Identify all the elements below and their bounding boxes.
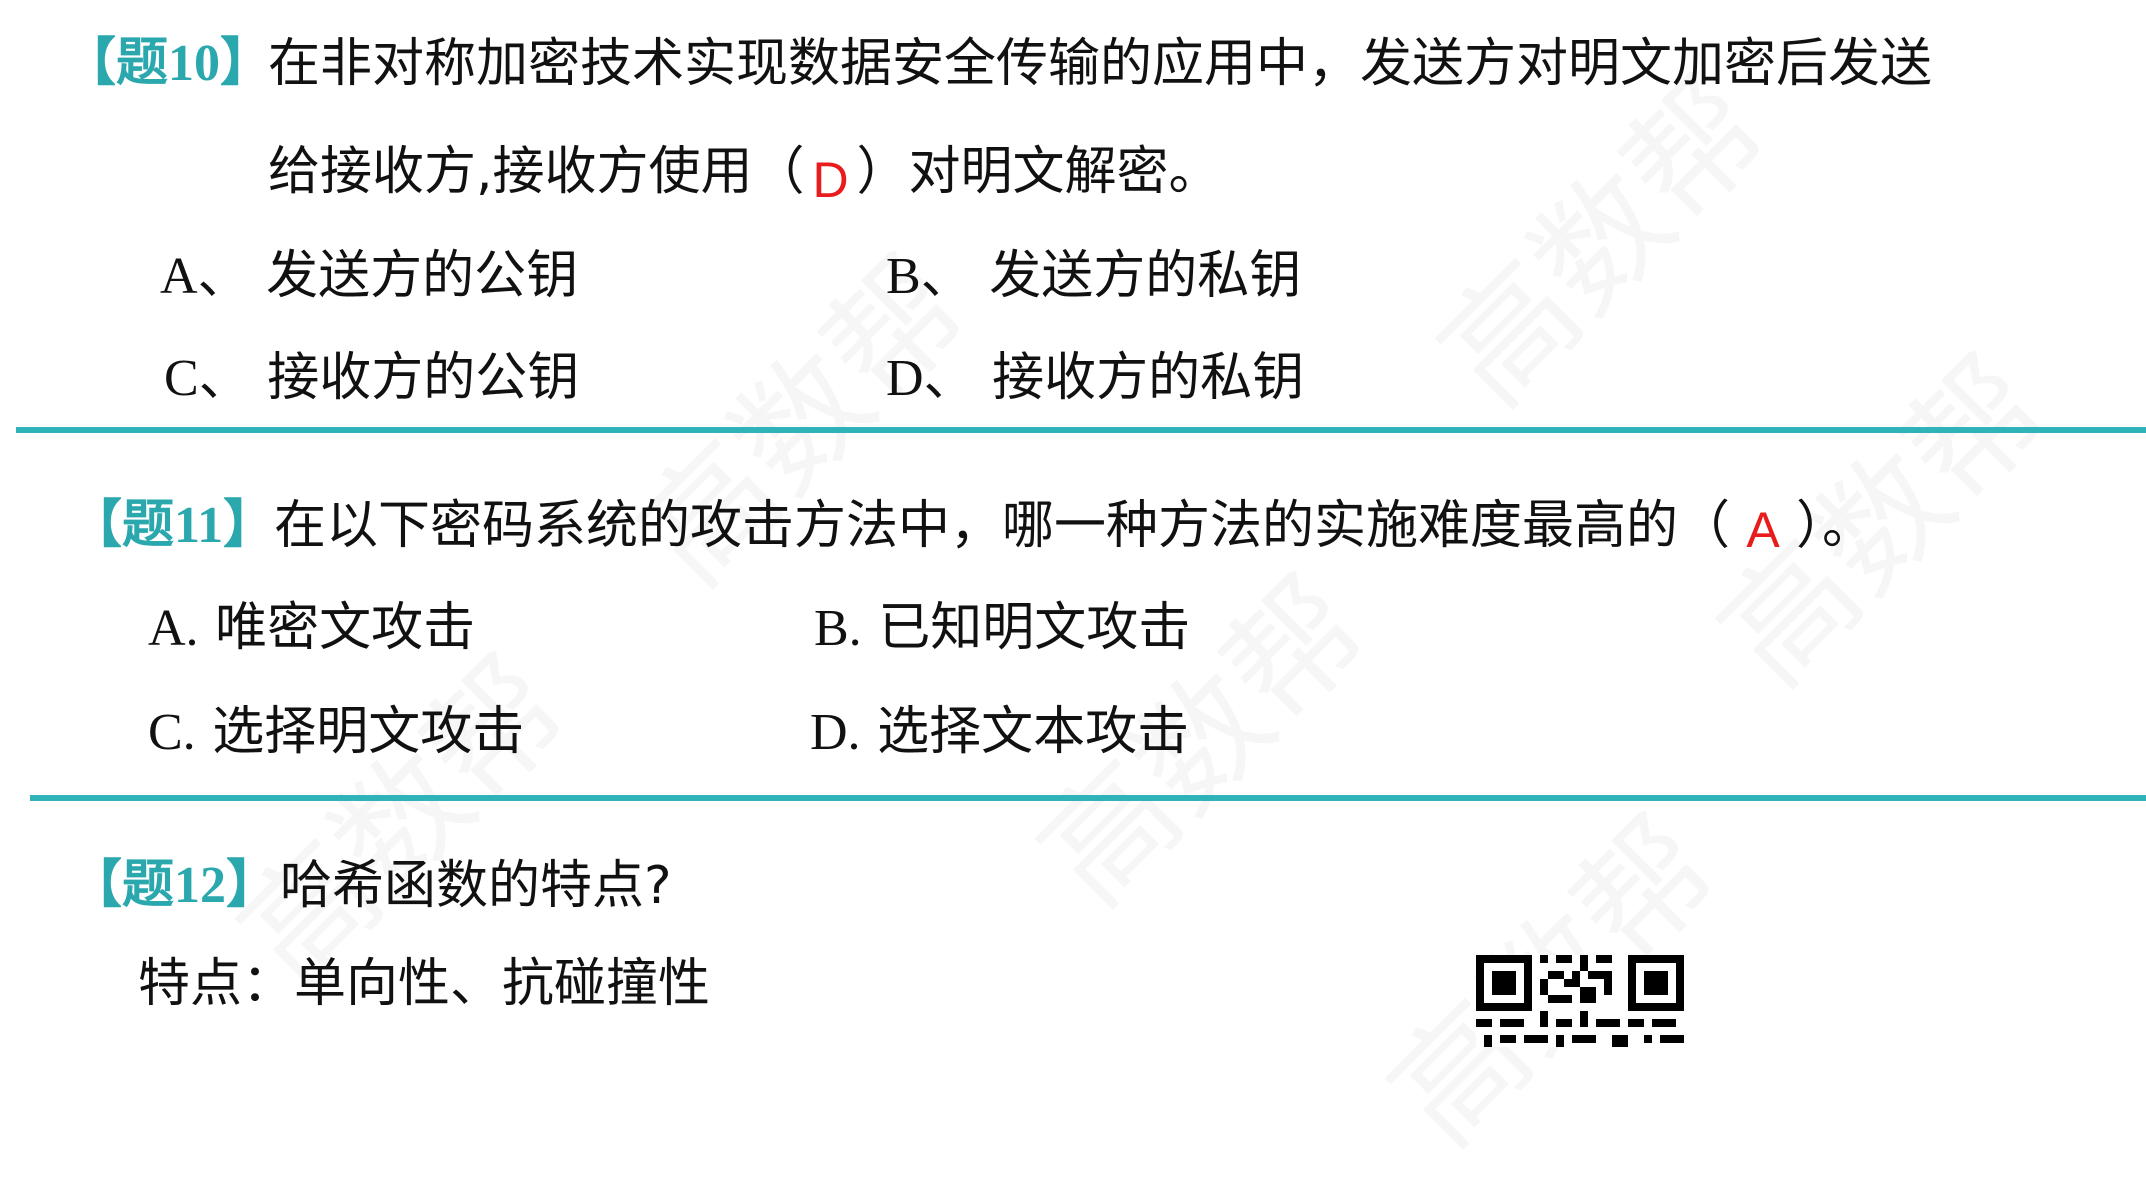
option-d: D. 选择文本攻击 xyxy=(810,706,1189,759)
option-text: 唯密文攻击 xyxy=(215,598,476,658)
option-c: C、 接收方的公钥 xyxy=(164,352,579,405)
option-text: 接收方的私钥 xyxy=(992,348,1305,408)
option-text: 发送方的公钥 xyxy=(266,246,579,306)
question-number: 【题10】 xyxy=(64,35,273,92)
option-b: B、 发送方的私钥 xyxy=(886,250,1301,303)
option-a: A. 唯密文攻击 xyxy=(148,602,475,655)
option-text: 选择明文攻击 xyxy=(212,702,525,762)
question-text-before-answer: 给接收方,接收方使用（ xyxy=(268,142,805,202)
option-letter: A、 xyxy=(160,248,250,305)
question-text-before-answer: 在以下密码系统的攻击方法中，哪一种方法的实施难度最高的（ xyxy=(274,496,1731,556)
question-text: 在以下密码系统的攻击方法中，哪一种方法的实施难度最高的（ A）。 xyxy=(274,500,1874,555)
option-d: D、 接收方的私钥 xyxy=(886,352,1304,405)
answer-mark: A xyxy=(1746,502,1780,558)
divider xyxy=(30,795,2146,801)
option-letter: D、 xyxy=(886,350,976,407)
option-a: A、 发送方的公钥 xyxy=(160,250,578,303)
option-c: C. 选择明文攻击 xyxy=(148,706,524,759)
option-letter: B. xyxy=(814,600,862,657)
question-number: 【题11】 xyxy=(70,497,276,554)
option-letter: B、 xyxy=(886,248,973,305)
option-b: B. 已知明文攻击 xyxy=(814,602,1190,655)
question-number: 【题12】 xyxy=(70,857,279,914)
question-text: 哈希函数的特点? xyxy=(280,856,672,916)
question-text-after-answer: ）对明文解密。 xyxy=(856,142,1221,202)
option-letter: D. xyxy=(810,704,861,761)
divider xyxy=(16,427,2146,433)
question-text-line1: 在非对称加密技术实现数据安全传输的应用中，发送方对明文加密后发送 xyxy=(268,34,1933,94)
qr-code-icon xyxy=(1476,955,1684,1047)
option-letter: C、 xyxy=(164,350,251,407)
option-letter: C. xyxy=(148,704,196,761)
option-text: 接收方的公钥 xyxy=(267,348,580,408)
option-text: 发送方的私钥 xyxy=(989,246,1302,306)
answer-text: 特点：单向性、抗碰撞性 xyxy=(138,954,711,1014)
option-letter: A. xyxy=(148,600,199,657)
question-text-after-answer: ）。 xyxy=(1796,496,1875,556)
question-text-line2: 给接收方,接收方使用（ D ）对明文解密。 xyxy=(268,146,1221,205)
option-text: 选择文本攻击 xyxy=(877,702,1190,762)
option-text: 已知明文攻击 xyxy=(878,598,1191,658)
answer-mark: D xyxy=(812,152,849,208)
